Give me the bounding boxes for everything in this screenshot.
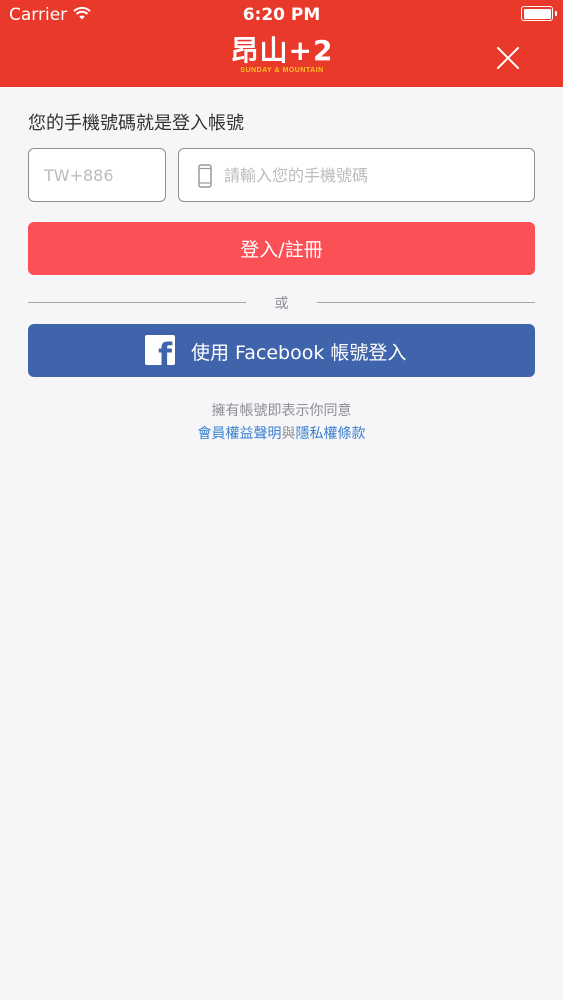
logo-title: 昂山+2 [230, 34, 334, 67]
facebook-login-label: 使用 Facebook 帳號登入 [191, 342, 407, 364]
member-rights-link[interactable]: 會員權益聲明 [198, 426, 282, 442]
status-bar: Carrier 6:20 PM [0, 0, 563, 30]
login-prompt: 您的手機號碼就是登入帳號 [28, 113, 244, 134]
terms-conjunction: 與 [281, 426, 296, 442]
divider-left [28, 302, 246, 303]
phone-number-input[interactable] [224, 149, 524, 201]
or-separator: 或 [274, 296, 289, 312]
login-register-label: 登入/註冊 [240, 239, 323, 261]
app-logo: 昂山+2 SUNDAY & MOUNTAIN [228, 36, 336, 80]
country-code-input[interactable] [44, 149, 159, 201]
terms-links: 會員權益聲明與隱私權條款 [0, 423, 563, 443]
battery-icon [521, 6, 557, 21]
login-register-button[interactable]: 登入/註冊 [28, 222, 535, 275]
logo-subtitle: SUNDAY & MOUNTAIN [240, 67, 324, 74]
phone-icon [198, 164, 212, 192]
privacy-policy-link[interactable]: 隱私權條款 [296, 426, 366, 442]
facebook-login-button[interactable]: f 使用 Facebook 帳號登入 [28, 324, 535, 377]
country-code-field[interactable] [28, 148, 166, 202]
divider-right [317, 302, 535, 303]
terms-agreement-text: 擁有帳號即表示你同意 [211, 403, 352, 419]
status-time: 6:20 PM [242, 5, 321, 25]
facebook-icon: f [145, 335, 175, 365]
close-icon [497, 47, 519, 69]
close-button[interactable] [495, 45, 521, 71]
header-bar: Carrier 6:20 PM 昂山+2 SUNDAY & MOUNTAIN [0, 0, 563, 87]
phone-field[interactable] [178, 148, 535, 202]
